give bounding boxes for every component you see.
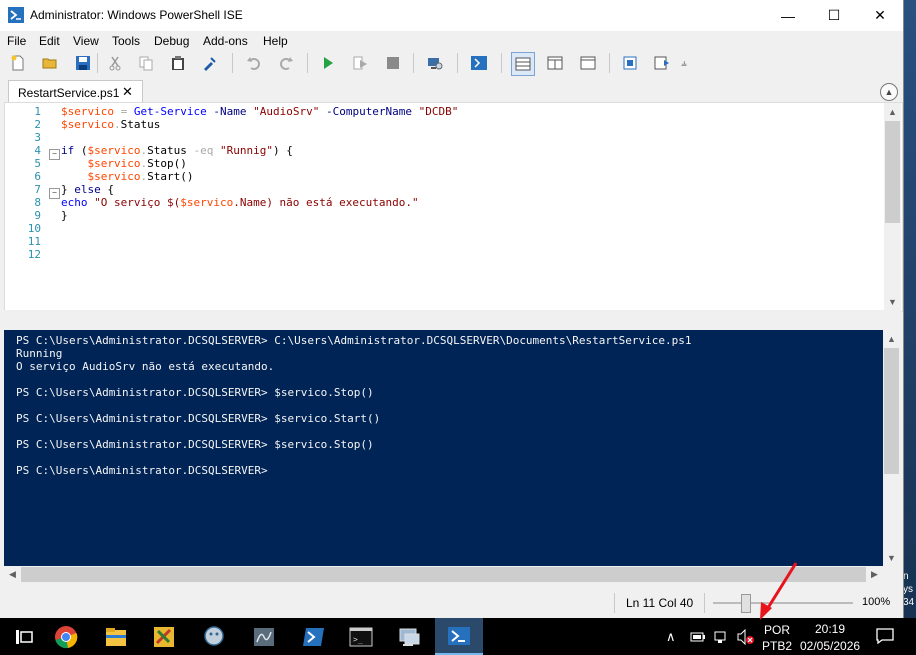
- annotation-arrow: [760, 562, 798, 620]
